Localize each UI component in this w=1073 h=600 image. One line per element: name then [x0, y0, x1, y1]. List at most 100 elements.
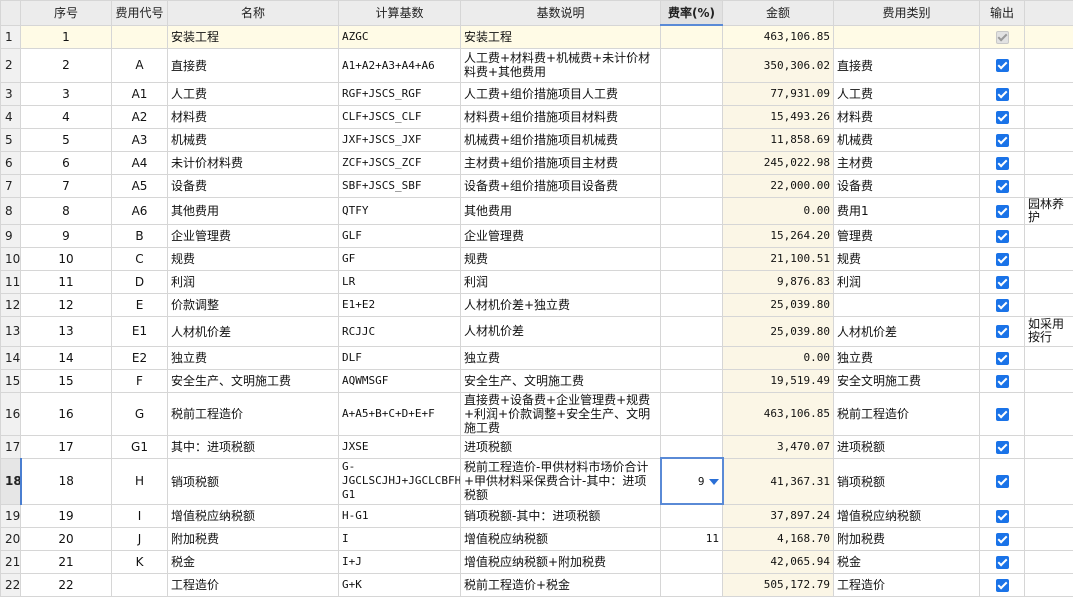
base-cell[interactable]: JXSE — [338, 434, 461, 459]
output-checkbox[interactable] — [995, 440, 1009, 454]
code-cell[interactable]: A1 — [111, 81, 168, 106]
seq-cell[interactable]: 22 — [20, 572, 112, 597]
note-cell[interactable] — [1024, 246, 1073, 271]
desc-cell[interactable]: 机械费+组价措施项目机械费 — [460, 127, 661, 152]
amount-cell[interactable]: 9,876.83 — [722, 269, 834, 294]
output-cell[interactable] — [979, 457, 1025, 505]
base-cell[interactable]: I+J — [338, 549, 461, 574]
desc-cell[interactable]: 增值税应纳税额 — [460, 526, 661, 551]
table-row[interactable]: 11 11 D 利润 LR 利润 9,876.83 利润 — [0, 269, 1073, 294]
code-cell[interactable]: D — [111, 269, 168, 294]
seq-cell[interactable]: 19 — [20, 503, 112, 528]
note-cell[interactable] — [1024, 127, 1073, 152]
seq-cell[interactable]: 1 — [20, 24, 112, 49]
base-cell[interactable]: H-G1 — [338, 503, 461, 528]
note-cell[interactable] — [1024, 368, 1073, 393]
header-rate[interactable]: 费率(%) — [660, 0, 723, 26]
code-cell[interactable]: A3 — [111, 127, 168, 152]
dropdown-arrow-icon[interactable] — [708, 478, 719, 485]
amount-cell[interactable]: 350,306.02 — [722, 47, 834, 83]
base-cell[interactable]: GF — [338, 246, 461, 271]
code-cell[interactable]: J — [111, 526, 168, 551]
rate-cell[interactable] — [660, 572, 723, 597]
rate-cell[interactable] — [660, 315, 723, 347]
table-row[interactable]: 19 19 I 增值税应纳税额 H-G1 销项税额-其中：进项税额 37,897.24 增值税… — [0, 503, 1073, 528]
code-cell[interactable]: C — [111, 246, 168, 271]
output-cell[interactable] — [979, 150, 1025, 175]
header-code[interactable]: 费用代号 — [111, 0, 168, 26]
output-checkbox[interactable] — [995, 156, 1009, 170]
base-cell[interactable]: I — [338, 526, 461, 551]
table-row[interactable]: 13 13 E1 人材机价差 RCJJC 人材机价差 25,039.80 人材机价差 如采用按行 — [0, 315, 1073, 347]
table-row[interactable]: 6 6 A4 未计价材料费 ZCF+JSCS_ZCF 主材费+组价措施项目主材费 245,0… — [0, 150, 1073, 175]
name-cell[interactable]: 未计价材料费 — [167, 150, 339, 175]
amount-cell[interactable]: 3,470.07 — [722, 434, 834, 459]
name-cell[interactable]: 其中：进项税额 — [167, 434, 339, 459]
rate-cell[interactable] — [660, 368, 723, 393]
code-cell[interactable] — [111, 572, 168, 597]
category-cell[interactable]: 工程造价 — [833, 572, 980, 597]
rate-cell[interactable] — [660, 104, 723, 129]
header-output[interactable]: 输出 — [979, 0, 1025, 26]
seq-cell[interactable]: 2 — [20, 47, 112, 83]
desc-cell[interactable]: 企业管理费 — [460, 223, 661, 248]
base-cell[interactable]: LR — [338, 269, 461, 294]
output-checkbox[interactable] — [995, 298, 1009, 312]
header-note[interactable] — [1024, 0, 1073, 26]
code-cell[interactable]: A5 — [111, 173, 168, 198]
base-cell[interactable]: RGF+JSCS_RGF — [338, 81, 461, 106]
name-cell[interactable]: 材料费 — [167, 104, 339, 129]
desc-cell[interactable]: 材料费+组价措施项目材料费 — [460, 104, 661, 129]
amount-cell[interactable]: 22,000.00 — [722, 173, 834, 198]
seq-cell[interactable]: 10 — [20, 246, 112, 271]
seq-cell[interactable]: 21 — [20, 549, 112, 574]
table-row[interactable]: 8 8 A6 其他费用 QTFY 其他费用 0.00 费用1 园林养护 — [0, 196, 1073, 225]
table-row[interactable]: 1818H销项税额G-JGCLSCJHJ+JGCLCBFHJ-G1税前工程造价-… — [0, 457, 1073, 505]
amount-cell[interactable]: 41,367.31 — [722, 457, 834, 505]
name-cell[interactable]: 机械费 — [167, 127, 339, 152]
amount-cell[interactable]: 463,106.85 — [722, 391, 834, 436]
output-checkbox[interactable] — [995, 475, 1009, 488]
table-row[interactable]: 5 5 A3 机械费 JXF+JSCS_JXF 机械费+组价措施项目机械费 11,858.6… — [0, 127, 1073, 152]
seq-cell[interactable]: 6 — [20, 150, 112, 175]
desc-cell[interactable]: 人材机价差+独立费 — [460, 292, 661, 317]
note-cell[interactable] — [1024, 104, 1073, 129]
seq-cell[interactable]: 8 — [20, 196, 112, 225]
base-cell[interactable]: G+K — [338, 572, 461, 597]
output-cell[interactable] — [979, 173, 1025, 198]
seq-cell[interactable]: 14 — [20, 345, 112, 370]
category-cell[interactable]: 税金 — [833, 549, 980, 574]
name-cell[interactable]: 企业管理费 — [167, 223, 339, 248]
table-row[interactable]: 2 2 A 直接费 A1+A2+A3+A4+A6 人工费+材料费+机械费+未计价材料费+其… — [0, 47, 1073, 83]
name-cell[interactable]: 安装工程 — [167, 24, 339, 49]
output-cell[interactable] — [979, 246, 1025, 271]
amount-cell[interactable]: 0.00 — [722, 345, 834, 370]
table-row[interactable]: 10 10 C 规费 GF 规费 21,100.51 规费 — [0, 246, 1073, 271]
rate-cell[interactable] — [660, 246, 723, 271]
table-row[interactable]: 9 9 B 企业管理费 GLF 企业管理费 15,264.20 管理费 — [0, 223, 1073, 248]
output-checkbox[interactable] — [995, 555, 1009, 569]
desc-cell[interactable]: 进项税额 — [460, 434, 661, 459]
output-cell[interactable] — [979, 223, 1025, 248]
code-cell[interactable]: A6 — [111, 196, 168, 225]
output-checkbox[interactable] — [995, 509, 1009, 523]
amount-cell[interactable]: 11,858.69 — [722, 127, 834, 152]
note-cell[interactable] — [1024, 173, 1073, 198]
output-cell[interactable] — [979, 503, 1025, 528]
note-cell[interactable] — [1024, 223, 1073, 248]
rate-cell[interactable]: 9 — [659, 457, 724, 505]
rate-cell[interactable] — [660, 173, 723, 198]
output-cell[interactable] — [979, 269, 1025, 294]
seq-cell[interactable]: 12 — [20, 292, 112, 317]
desc-cell[interactable]: 设备费+组价措施项目设备费 — [460, 173, 661, 198]
amount-cell[interactable]: 505,172.79 — [722, 572, 834, 597]
code-cell[interactable]: H — [111, 457, 168, 505]
category-cell[interactable]: 管理费 — [833, 223, 980, 248]
output-cell[interactable] — [979, 526, 1025, 551]
table-row[interactable]: 12 12 E 价款调整 E1+E2 人材机价差+独立费 25,039.80 — [0, 292, 1073, 317]
name-cell[interactable]: 安全生产、文明施工费 — [167, 368, 339, 393]
output-checkbox[interactable] — [995, 532, 1009, 546]
note-cell[interactable] — [1024, 457, 1073, 505]
amount-cell[interactable]: 15,493.26 — [722, 104, 834, 129]
name-cell[interactable]: 工程造价 — [167, 572, 339, 597]
